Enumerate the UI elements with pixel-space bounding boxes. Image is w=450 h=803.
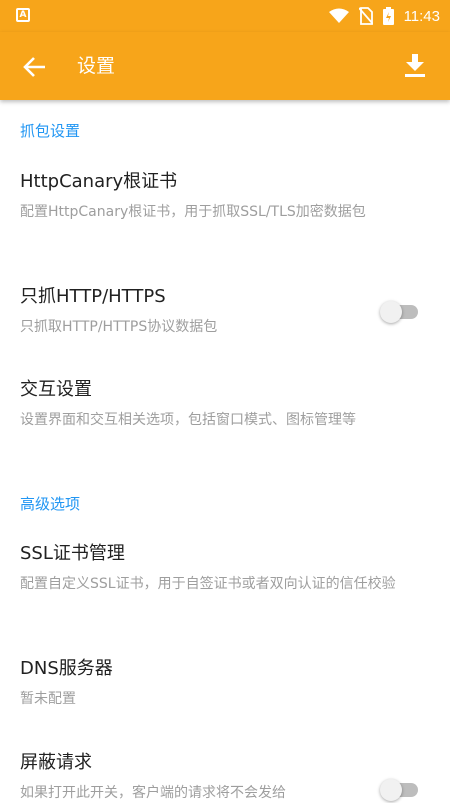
setting-description: 只抓取HTTP/HTTPS协议数据包 bbox=[20, 319, 218, 335]
setting-description: 暂未配置 bbox=[20, 691, 76, 707]
no-sim-icon bbox=[358, 7, 373, 25]
setting-title: DNS服务器 bbox=[20, 658, 113, 679]
section-header-capture: 抓包设置 bbox=[20, 122, 81, 140]
setting-description: 配置自定义SSL证书，用于自签证书或者双向认证的信任校验 bbox=[20, 576, 396, 592]
setting-title: SSL证书管理 bbox=[20, 543, 125, 564]
setting-description: 设置界面和交互相关选项，包括窗口模式、图标管理等 bbox=[20, 412, 356, 428]
setting-dns-server[interactable]: DNS服务器 暂未配置 bbox=[20, 657, 430, 709]
status-bar: A 11:43 bbox=[0, 0, 450, 32]
battery-icon bbox=[382, 7, 394, 25]
sim-notification-icon: A bbox=[16, 8, 30, 22]
setting-description: 配置HttpCanary根证书，用于抓取SSL/TLS加密数据包 bbox=[20, 204, 366, 220]
section-header-advanced: 高级选项 bbox=[20, 495, 81, 513]
setting-interaction[interactable]: 交互设置 设置界面和交互相关选项，包括窗口模式、图标管理等 bbox=[20, 378, 430, 430]
status-icons: 11:43 bbox=[328, 0, 440, 32]
block-requests-toggle[interactable] bbox=[380, 777, 418, 801]
clock: 11:43 bbox=[403, 7, 440, 25]
setting-root-certificate[interactable]: HttpCanary根证书 配置HttpCanary根证书，用于抓取SSL/TL… bbox=[20, 170, 430, 222]
settings-list: 抓包设置 HttpCanary根证书 配置HttpCanary根证书，用于抓取S… bbox=[0, 100, 450, 803]
setting-block-requests[interactable]: 屏蔽请求 如果打开此开关，客户端的请求将不会发给 bbox=[20, 751, 430, 803]
setting-only-http[interactable]: 只抓HTTP/HTTPS 只抓取HTTP/HTTPS协议数据包 bbox=[20, 285, 430, 337]
setting-title: 屏蔽请求 bbox=[20, 752, 92, 773]
download-icon[interactable] bbox=[402, 52, 428, 78]
setting-description: 如果打开此开关，客户端的请求将不会发给 bbox=[20, 785, 286, 801]
app-bar: 设置 bbox=[0, 32, 450, 100]
setting-title: 只抓HTTP/HTTPS bbox=[20, 286, 166, 307]
only-http-toggle[interactable] bbox=[380, 299, 418, 323]
page-title: 设置 bbox=[77, 55, 116, 77]
setting-ssl-certificates[interactable]: SSL证书管理 配置自定义SSL证书，用于自签证书或者双向认证的信任校验 bbox=[20, 542, 430, 594]
wifi-icon bbox=[328, 8, 349, 23]
toggle-thumb bbox=[380, 779, 402, 801]
setting-title: HttpCanary根证书 bbox=[20, 171, 178, 192]
back-arrow-icon[interactable] bbox=[20, 52, 50, 82]
toggle-thumb bbox=[380, 301, 402, 323]
setting-title: 交互设置 bbox=[20, 379, 92, 400]
